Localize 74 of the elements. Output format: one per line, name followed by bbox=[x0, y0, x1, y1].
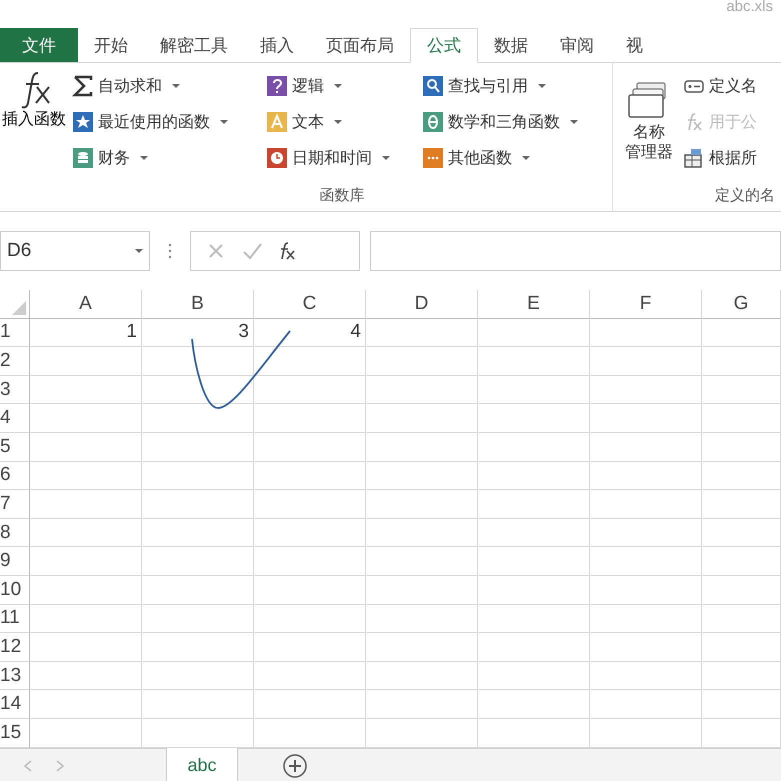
caret-icon bbox=[334, 84, 342, 88]
caret-icon bbox=[172, 84, 180, 88]
sheet-tab[interactable]: abc bbox=[166, 748, 238, 781]
row-header[interactable]: 6 bbox=[0, 462, 30, 490]
row-header[interactable]: 12 bbox=[0, 633, 30, 662]
row-header[interactable]: 2 bbox=[0, 347, 30, 376]
name-command-button[interactable]: 根据所 bbox=[683, 143, 757, 173]
file-tab[interactable]: 文件 bbox=[0, 28, 78, 62]
select-all-icon bbox=[12, 301, 26, 315]
row-header[interactable]: 14 bbox=[0, 690, 30, 719]
row-header[interactable]: 1 bbox=[0, 318, 30, 348]
function-category-button[interactable]: 最近使用的函数 bbox=[72, 107, 252, 137]
question-icon bbox=[266, 75, 288, 97]
column-header[interactable]: E bbox=[478, 290, 590, 319]
name-manager-button[interactable]: 名称 管理器 bbox=[613, 71, 677, 186]
caret-icon bbox=[522, 156, 530, 160]
name-box[interactable]: D6 bbox=[0, 231, 150, 271]
insert-function-button[interactable]: 插入函数 bbox=[0, 63, 72, 211]
function-category-button[interactable]: 日期和时间 bbox=[266, 143, 408, 173]
database-icon bbox=[72, 147, 94, 169]
column-header[interactable]: F bbox=[590, 290, 702, 319]
ribbon-tab[interactable]: 解密工具 bbox=[144, 28, 244, 62]
group-label: 函数库 bbox=[318, 186, 366, 206]
sigma-icon bbox=[72, 75, 94, 97]
ribbon-tab[interactable]: 插入 bbox=[244, 28, 310, 62]
function-category-button[interactable]: 自动求和 bbox=[72, 71, 252, 101]
search-icon bbox=[422, 75, 444, 97]
dots-icon bbox=[422, 147, 444, 169]
function-category-button[interactable]: 其他函数 bbox=[422, 143, 578, 173]
caret-icon bbox=[570, 120, 578, 124]
table-icon bbox=[683, 147, 705, 169]
column-header[interactable]: D bbox=[366, 290, 478, 319]
row-header[interactable]: 13 bbox=[0, 662, 30, 690]
letter-icon bbox=[266, 111, 288, 133]
caret-icon bbox=[382, 156, 390, 160]
ribbon-tab[interactable]: 审阅 bbox=[544, 28, 610, 62]
column-header[interactable]: A bbox=[30, 290, 142, 319]
table-cell: 3 bbox=[142, 318, 254, 348]
name-command-button[interactable]: 定义名 bbox=[683, 71, 757, 101]
ribbon-tab[interactable]: 数据 bbox=[478, 28, 544, 62]
ribbon-tab[interactable]: 视 bbox=[610, 28, 659, 62]
row-header[interactable]: 10 bbox=[0, 576, 30, 605]
row-header[interactable]: 4 bbox=[0, 404, 30, 433]
ribbon-tab[interactable]: 开始 bbox=[78, 28, 144, 62]
function-category-button[interactable]: 财务 bbox=[72, 143, 252, 173]
caret-icon bbox=[334, 120, 342, 124]
row-header[interactable]: 9 bbox=[0, 547, 30, 576]
function-category-button[interactable]: 查找与引用 bbox=[422, 71, 578, 101]
group-label: 定义的名 bbox=[714, 186, 776, 206]
row-header[interactable]: 5 bbox=[0, 432, 30, 462]
plus-icon bbox=[282, 752, 308, 778]
column-header[interactable]: C bbox=[254, 290, 366, 319]
theta-icon bbox=[422, 111, 444, 133]
column-header[interactable]: G bbox=[702, 290, 781, 319]
caret-icon bbox=[140, 156, 148, 160]
table-cell: 4 bbox=[254, 318, 366, 348]
function-category-button[interactable]: 数学和三角函数 bbox=[422, 107, 578, 137]
window-title: abc.xls bbox=[726, 0, 773, 14]
row-header[interactable]: 3 bbox=[0, 376, 30, 404]
function-category-button[interactable]: 文本 bbox=[266, 107, 408, 137]
table-cell: 1 bbox=[30, 318, 142, 348]
caret-icon bbox=[135, 249, 143, 253]
ribbon-tab[interactable]: 公式 bbox=[410, 28, 478, 63]
row-header[interactable]: 7 bbox=[0, 490, 30, 519]
column-header[interactable]: B bbox=[142, 290, 254, 319]
function-category-button[interactable]: 逻辑 bbox=[266, 71, 408, 101]
row-header[interactable]: 11 bbox=[0, 604, 30, 634]
grip-icon bbox=[168, 243, 172, 259]
clock-icon bbox=[266, 147, 288, 169]
formula-input[interactable] bbox=[370, 231, 781, 271]
caret-icon bbox=[220, 120, 228, 124]
row-header[interactable]: 8 bbox=[0, 518, 30, 548]
caret-icon bbox=[538, 84, 546, 88]
ribbon-tab[interactable]: 页面布局 bbox=[310, 28, 410, 62]
